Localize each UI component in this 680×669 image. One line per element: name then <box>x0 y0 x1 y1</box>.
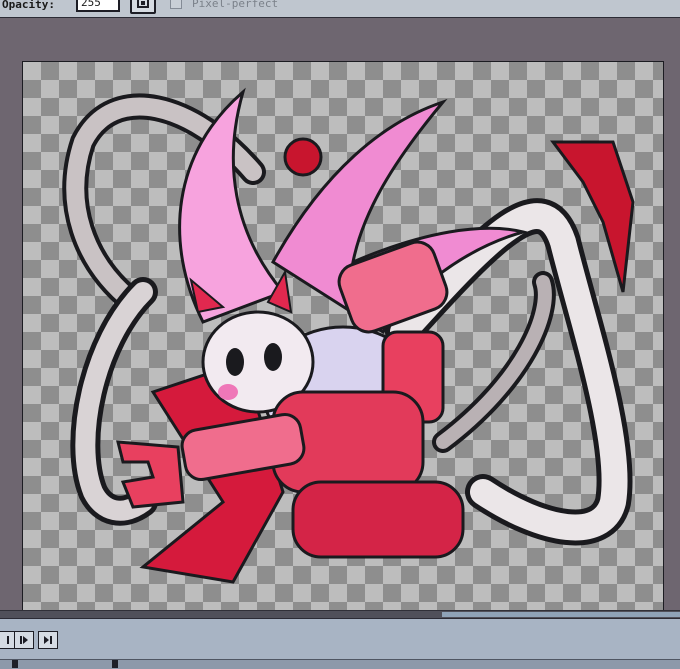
claw-hand <box>116 440 185 509</box>
pixel-perfect-label: Pixel-perfect <box>192 0 279 10</box>
first-frame-icon <box>7 636 9 644</box>
scrollbar-thumb[interactable] <box>442 612 680 617</box>
workspace <box>0 18 680 628</box>
frame-marker <box>12 660 18 668</box>
opacity-label: Opacity: <box>2 0 55 11</box>
eyedropper-button[interactable] <box>130 0 156 14</box>
sprite-canvas[interactable] <box>22 61 664 628</box>
frame-marker <box>112 660 118 668</box>
pixel-perfect-checkbox[interactable] <box>170 0 182 9</box>
leg-shin <box>291 480 465 559</box>
opacity-input[interactable]: 255 <box>76 0 120 12</box>
red-flower <box>283 137 323 177</box>
play-button[interactable] <box>14 631 34 649</box>
toolbar: Opacity: 255 Pixel-perfect <box>0 0 680 18</box>
tentacle-arm-right-inner <box>432 271 556 453</box>
character-artwork <box>62 87 635 584</box>
eyedropper-icon <box>137 0 149 8</box>
play-icon <box>20 636 28 644</box>
next-frame-icon <box>44 636 52 644</box>
timeline-panel <box>0 618 680 669</box>
next-frame-button[interactable] <box>38 631 58 649</box>
horizontal-scrollbar[interactable] <box>0 610 680 618</box>
